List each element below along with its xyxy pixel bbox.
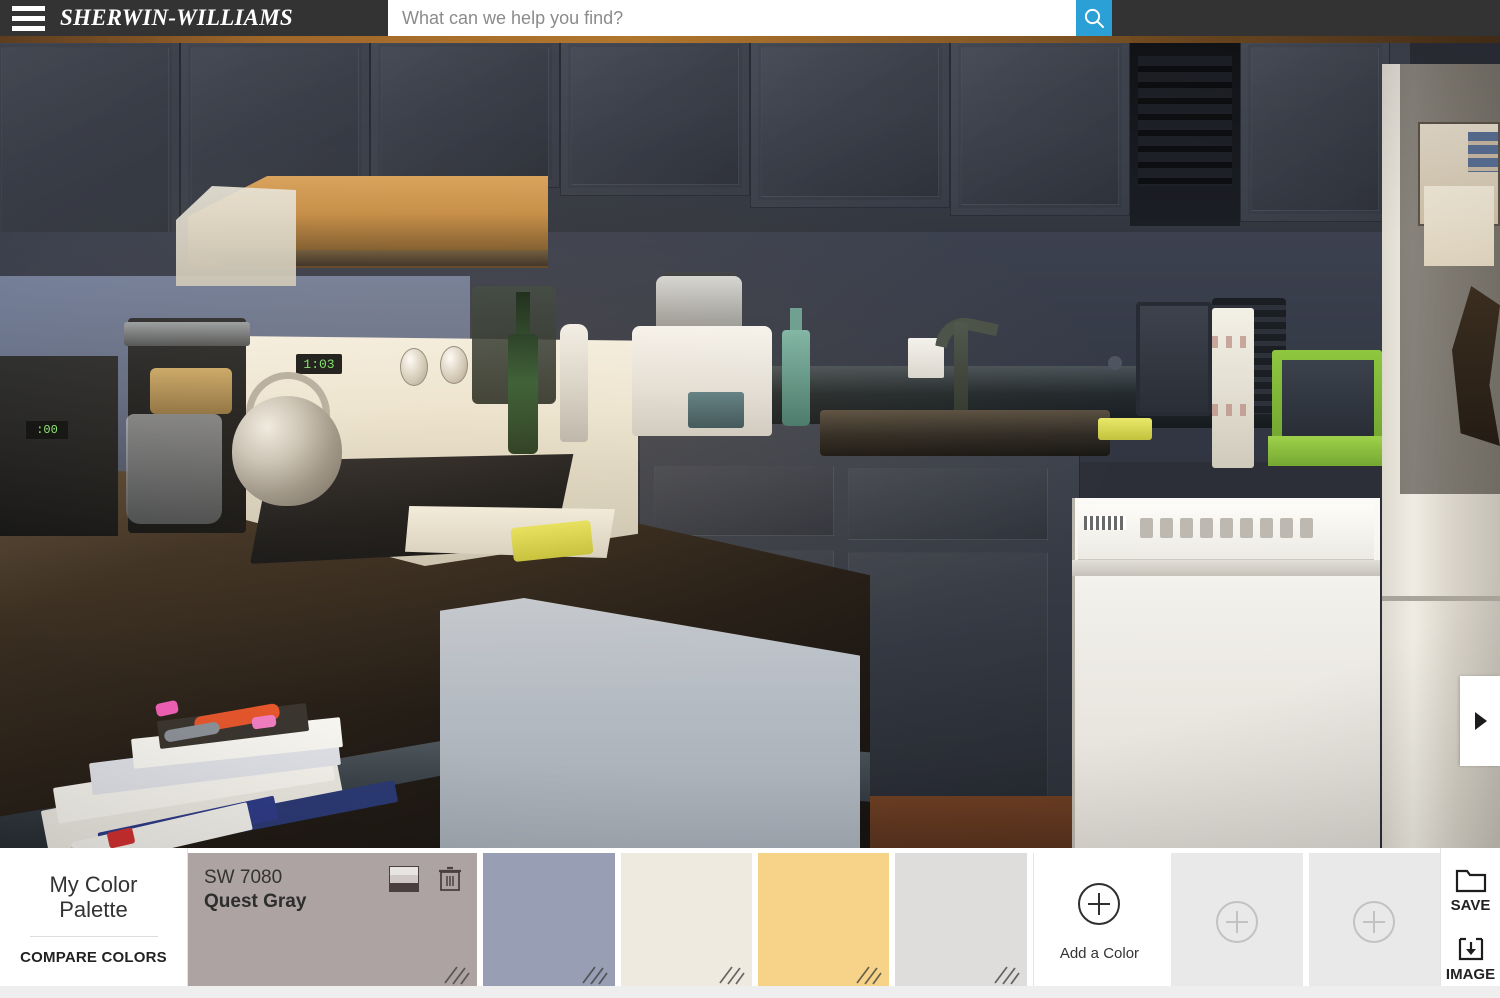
cabinet-top-light-glow <box>0 36 1500 43</box>
divider <box>29 936 158 938</box>
my-color-palette-panel: My Color Palette COMPARE COLORS <box>0 848 188 998</box>
tea-kettle <box>232 396 342 506</box>
plus-circle-icon <box>1078 882 1121 925</box>
color-swatch[interactable] <box>757 853 890 991</box>
compare-colors-button[interactable]: COMPARE COLORS <box>20 949 167 966</box>
hamburger-bar-1 <box>11 5 45 11</box>
swatch-strip: SW 7080 Quest Gray Add a Color <box>188 848 1440 998</box>
plus-circle-icon <box>1353 901 1396 943</box>
soap-dispenser <box>560 324 588 442</box>
resize-corner-icon[interactable] <box>581 963 608 985</box>
add-a-color-label: Add a Color <box>1059 944 1140 962</box>
color-swatch-selected[interactable]: SW 7080 Quest Gray <box>188 853 478 991</box>
palette-actions-rail: SAVE IMAGE <box>1440 848 1500 998</box>
room-image-viewer[interactable]: 1:03 :00 <box>0 36 1500 848</box>
sponge <box>1098 418 1152 440</box>
search-button[interactable] <box>1076 0 1112 36</box>
kitchen-sink <box>820 410 1110 456</box>
cabinet-door <box>950 36 1130 216</box>
download-image-icon <box>1458 937 1483 961</box>
faucet-body <box>954 322 968 422</box>
cabinet-door <box>750 36 950 208</box>
fridge-note <box>1424 186 1494 266</box>
refrigerator-door-split <box>1382 596 1500 601</box>
dishwasher-vent <box>1084 516 1126 530</box>
cabinet-door <box>370 36 560 188</box>
save-image-label: IMAGE <box>1445 966 1496 983</box>
cabinet-door <box>560 36 750 196</box>
coffee-maker-top <box>124 322 250 346</box>
dishwasher-handle <box>1072 560 1380 576</box>
plus-circle-icon <box>1215 901 1258 943</box>
dark-bin <box>1282 360 1374 446</box>
save-label: SAVE <box>1450 897 1491 914</box>
chevron-right-icon <box>1475 712 1487 730</box>
hamburger-menu-icon[interactable] <box>0 0 56 36</box>
my-color-palette-title-line1: My Color <box>49 871 138 897</box>
electrical-panel-door <box>1136 302 1212 416</box>
color-swatch[interactable] <box>483 853 615 991</box>
coffee-maker-panel <box>150 368 232 414</box>
stove-clock-display: 1:03 <box>296 354 342 374</box>
save-button[interactable]: SAVE <box>1441 867 1500 914</box>
search-icon <box>1084 8 1104 28</box>
microwave-display: :00 <box>26 421 68 439</box>
resize-corner-icon[interactable] <box>444 963 470 985</box>
resize-corner-icon[interactable] <box>856 963 883 985</box>
swatch-actions <box>389 865 463 893</box>
search-bar <box>388 0 1112 36</box>
hamburger-bar-3 <box>11 25 45 31</box>
fridge-photo-strip <box>1468 132 1498 172</box>
stove-knob <box>400 348 428 386</box>
cabinet-door <box>1240 36 1390 222</box>
swatch-name: Quest Gray <box>204 891 307 912</box>
empty-color-slot[interactable] <box>1308 853 1440 991</box>
color-family-stripes-icon[interactable] <box>389 866 420 892</box>
coffee-carafe <box>126 414 222 524</box>
microwave-oven <box>0 356 118 536</box>
wine-bottle <box>508 334 538 454</box>
next-image-arrow-button[interactable] <box>1460 676 1500 766</box>
open-cabinet-shelf <box>1130 36 1240 226</box>
dishwasher-buttons <box>1140 514 1350 542</box>
hamburger-bar-2 <box>11 15 45 21</box>
stove-knob <box>440 346 468 384</box>
save-image-button[interactable]: IMAGE <box>1441 936 1500 983</box>
teal-bottle <box>782 330 810 426</box>
mail-stack <box>38 699 399 848</box>
food-processor-screen <box>688 392 744 428</box>
add-a-color-button[interactable]: Add a Color <box>1032 853 1166 991</box>
app-root: Sherwin-Williams <box>0 0 1500 998</box>
sherwin-williams-logo[interactable]: Sherwin-Williams <box>60 5 293 31</box>
search-input[interactable] <box>388 0 1076 36</box>
resize-corner-icon[interactable] <box>994 963 1020 985</box>
folder-icon <box>1455 869 1486 893</box>
swatch-code: SW 7080 <box>204 867 283 888</box>
top-navigation-bar: Sherwin-Williams <box>0 0 1500 36</box>
color-swatch[interactable] <box>620 853 752 991</box>
bottom-strip <box>0 986 1500 998</box>
empty-color-slot[interactable] <box>1171 853 1303 991</box>
green-tray <box>1268 436 1388 466</box>
trash-icon[interactable] <box>437 865 463 893</box>
color-swatch[interactable] <box>895 853 1027 991</box>
wall-outlet-cap <box>1108 356 1122 370</box>
my-color-palette-title: My Color Palette <box>49 872 137 923</box>
paper-towel-roll <box>1212 308 1254 468</box>
resize-corner-icon[interactable] <box>719 963 745 985</box>
my-color-palette-title-line2: Palette <box>59 897 128 922</box>
color-palette-bar: My Color Palette COMPARE COLORS SW 7080 … <box>0 848 1500 998</box>
